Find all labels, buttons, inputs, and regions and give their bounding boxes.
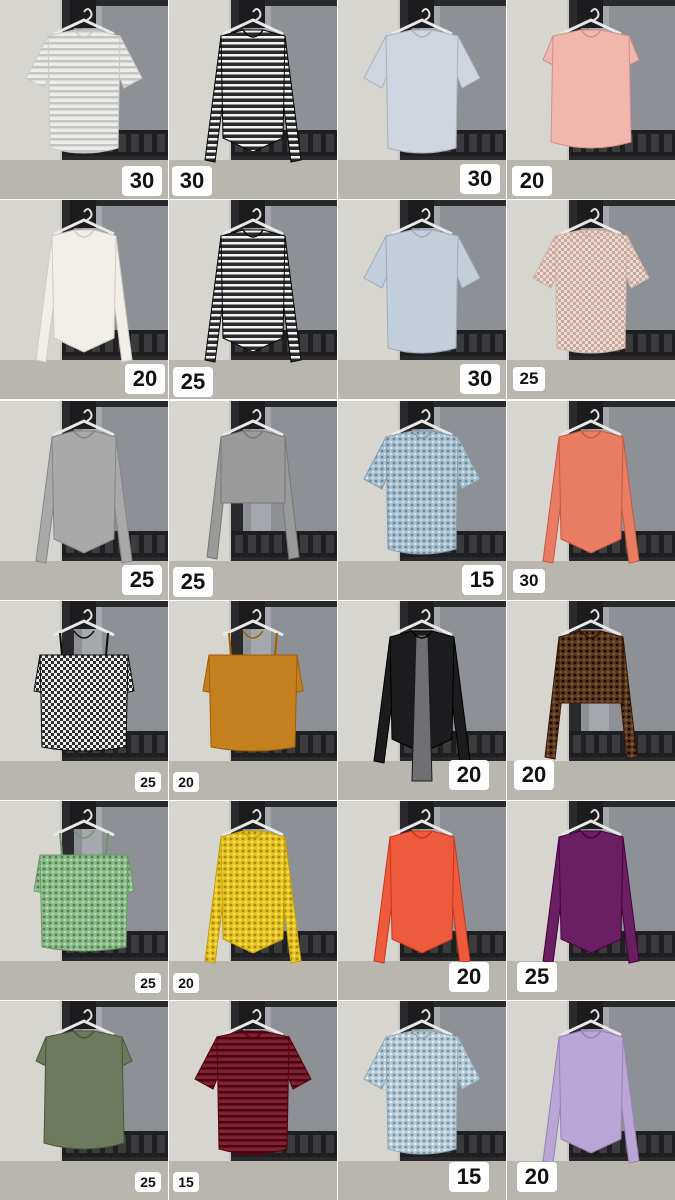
photo-scene [0, 801, 168, 1000]
price-tag: 25 [122, 565, 162, 595]
photo-scene [0, 601, 168, 800]
clothing-photo: 25 [0, 401, 168, 600]
photo-scene [169, 601, 337, 800]
price-tag: 25 [135, 1172, 161, 1192]
garment-body [385, 430, 459, 555]
garment-body [216, 1030, 290, 1155]
garment-body [558, 630, 624, 704]
clothing-photo: 20 [507, 601, 675, 800]
price-tag: 25 [173, 367, 213, 397]
clothing-photo: 25 [507, 200, 675, 399]
clothing-photo: 20 [169, 801, 337, 1000]
clothing-photo: 25 [169, 200, 337, 399]
garment-body [208, 654, 298, 752]
clothing-photo: 20 [338, 801, 506, 1000]
clothing-photo: 20 [338, 601, 506, 800]
clothing-photo: 25 [0, 801, 168, 1000]
garment [35, 1030, 133, 1150]
clothing-photo: 20 [507, 0, 675, 199]
garment-body [558, 430, 624, 554]
garment-body [385, 29, 459, 154]
price-tag: 25 [517, 962, 557, 992]
garment-body [554, 229, 628, 354]
garment-body [389, 830, 455, 954]
photo-scene [169, 801, 337, 1000]
price-tag: 30 [172, 166, 212, 196]
price-tag: 20 [517, 1162, 557, 1192]
garment [542, 29, 640, 149]
garment-body [51, 430, 117, 554]
garment-body [47, 29, 121, 154]
garment-body [558, 830, 624, 954]
clothing-photo: 25 [0, 1001, 168, 1200]
price-tag: 25 [135, 772, 161, 792]
garment-body [385, 229, 459, 354]
clothing-photo: 20 [507, 1001, 675, 1200]
clothing-photo: 15 [338, 401, 506, 600]
price-tag: 25 [173, 567, 213, 597]
price-tag: 20 [512, 166, 552, 196]
clothing-photo: 30 [338, 0, 506, 199]
garment-body [550, 29, 632, 149]
clothing-photo: 30 [338, 200, 506, 399]
clothing-photo: 25 [169, 401, 337, 600]
price-tag: 20 [173, 772, 199, 792]
price-tag: 20 [514, 760, 554, 790]
price-tag: 25 [135, 973, 161, 993]
price-tag: 30 [460, 364, 500, 394]
price-tag: 20 [449, 760, 489, 790]
cardigan-panel [411, 634, 433, 782]
price-tag: 25 [513, 367, 545, 391]
clothing-photo: 15 [169, 1001, 337, 1200]
price-tag: 30 [460, 164, 500, 194]
price-tag: 20 [173, 973, 199, 993]
photo-collage: 30 30 30 20 20 25 30 25 25 25 15 30 25 20 20 20 25 20 20 25… [0, 0, 675, 1200]
clothing-photo: 30 [0, 0, 168, 199]
garment-body [43, 1030, 125, 1150]
clothing-photo: 30 [507, 401, 675, 600]
clothing-photo: 20 [0, 200, 168, 399]
clothing-photo: 20 [169, 601, 337, 800]
garment-body [220, 229, 286, 353]
clothing-photo: 15 [338, 1001, 506, 1200]
price-tag: 30 [513, 569, 545, 593]
clothing-photo: 30 [169, 0, 337, 199]
garment-body [220, 430, 286, 504]
price-tag: 20 [125, 364, 165, 394]
photo-scene [169, 1001, 337, 1200]
price-tag: 15 [449, 1162, 489, 1192]
garment-body [220, 29, 286, 153]
price-tag: 20 [449, 962, 489, 992]
garment-body [385, 1030, 459, 1155]
garment-body [220, 830, 286, 954]
garment-body [51, 229, 117, 353]
mirror-lattice [569, 731, 675, 757]
clothing-photo: 25 [0, 601, 168, 800]
clothing-photo: 25 [507, 801, 675, 1000]
price-tag: 30 [122, 166, 162, 196]
price-tag: 15 [462, 565, 502, 595]
photo-scene [0, 1001, 168, 1200]
garment-body [39, 854, 129, 952]
mirror-lattice [231, 531, 337, 557]
garment-body [558, 1030, 624, 1154]
garment-body [39, 654, 129, 752]
price-tag: 15 [173, 1172, 199, 1192]
